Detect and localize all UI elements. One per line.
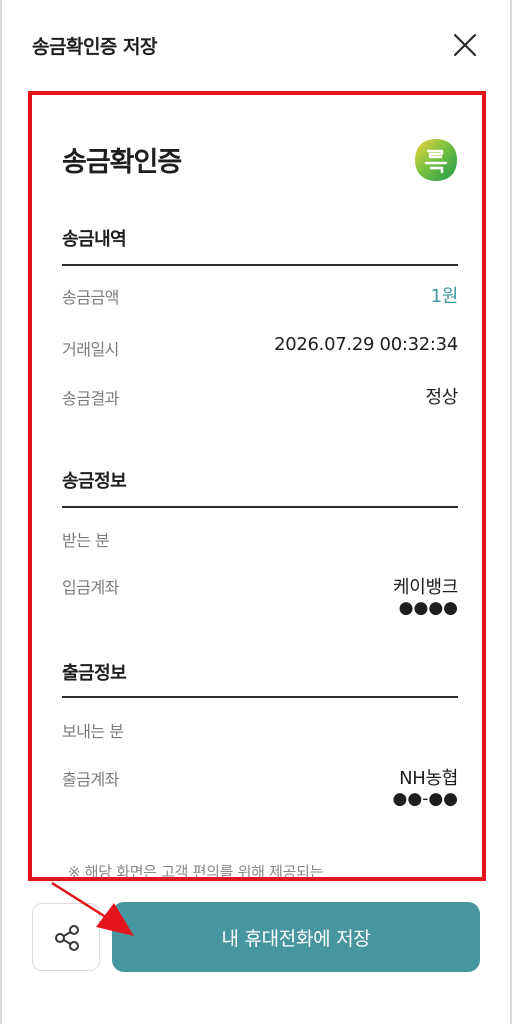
section-divider	[62, 696, 458, 698]
recipient-label: 받는 분	[62, 531, 110, 550]
amount-label: 송금금액	[62, 288, 119, 307]
withdraw-account-masked-text: ●●-●●	[392, 789, 458, 809]
datetime-label: 거래일시	[62, 340, 119, 359]
share-icon	[55, 925, 79, 951]
withdraw-account-masked: ●●-●●	[384, 789, 458, 809]
deposit-account-masked: ●●●●	[398, 598, 458, 618]
sender-label: 보내는 분	[62, 722, 124, 741]
deposit-account-label: 입금계좌	[62, 578, 119, 597]
save-to-phone-button[interactable]: 내 휴대전화에 저장	[112, 902, 480, 972]
withdraw-account-label: 출금계좌	[62, 770, 119, 789]
withdraw-bank-name: NH농협	[399, 768, 458, 789]
left-edge-divider	[0, 0, 2, 1024]
amount-value: 1원	[430, 286, 459, 307]
page-title: 송금확인증 저장	[32, 36, 157, 58]
notice-text: ※ 해당 화면은 고객 편의를 위해 제공되는	[68, 863, 324, 881]
save-receipt-screen: 송금확인증 저장 송금확인증 송금내역 송금금액 1원 거래일시 2026.07…	[0, 0, 512, 1024]
close-icon	[453, 33, 477, 57]
section-divider	[62, 264, 458, 266]
datetime-value: 2026.07.29 00:32:34	[274, 334, 458, 355]
deposit-bank-name: 케이뱅크	[392, 577, 458, 598]
section-divider	[62, 506, 458, 508]
save-to-phone-label: 내 휴대전화에 저장	[221, 927, 371, 950]
close-button[interactable]	[450, 30, 480, 60]
section-title-transfer-info: 송금정보	[62, 471, 127, 492]
result-value: 정상	[425, 387, 458, 408]
section-title-transfer-details: 송금내역	[62, 229, 127, 250]
kakao-pay-style-logo-icon	[415, 139, 457, 181]
receipt-card: 송금확인증 송금내역 송금금액 1원 거래일시 2026.07.29 00:32…	[28, 91, 486, 881]
receipt-title: 송금확인증	[62, 147, 182, 178]
result-label: 송금결과	[62, 389, 119, 408]
section-title-withdraw-info: 출금정보	[62, 663, 127, 684]
share-button[interactable]	[32, 903, 100, 971]
